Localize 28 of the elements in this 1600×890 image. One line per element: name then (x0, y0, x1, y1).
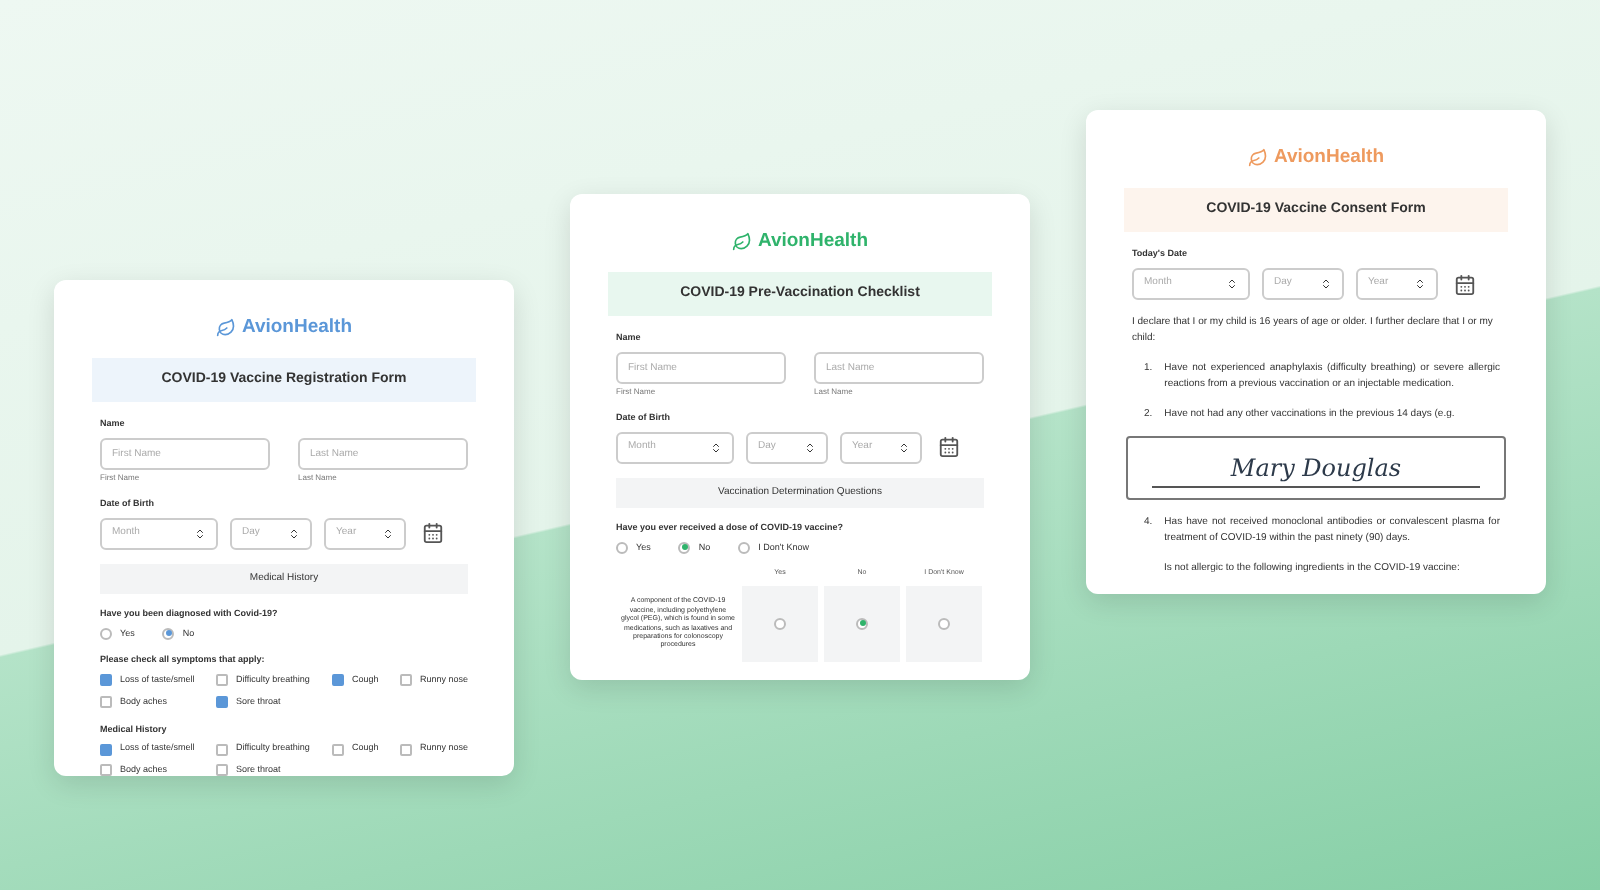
radio-button[interactable] (100, 627, 112, 640)
brand-logo-text: AvionHealth (757, 228, 869, 256)
radio-button[interactable] (616, 541, 628, 554)
brand-logo-text: AvionHealth (241, 314, 353, 342)
radio-button[interactable] (738, 541, 751, 554)
calendar-icon[interactable] (422, 522, 444, 545)
radio-button[interactable] (678, 541, 691, 554)
checkbox[interactable] (216, 743, 228, 756)
radio-button[interactable] (162, 627, 175, 640)
checkbox[interactable] (100, 696, 112, 709)
calendar-icon[interactable] (938, 436, 960, 459)
radio-button[interactable] (856, 617, 868, 629)
checkbox[interactable] (332, 674, 344, 687)
checkbox[interactable] (400, 743, 412, 756)
calendar-icon[interactable] (1454, 273, 1476, 295)
checkbox[interactable] (216, 696, 228, 709)
checkbox[interactable] (100, 764, 112, 776)
checkbox[interactable] (332, 743, 344, 756)
checkbox[interactable] (100, 674, 112, 687)
signature-text: Mary Douglas (1230, 451, 1402, 485)
checkbox[interactable] (216, 674, 228, 687)
checkbox[interactable] (100, 743, 112, 756)
checkbox[interactable] (216, 764, 228, 776)
radio-button[interactable] (938, 617, 950, 629)
checkbox[interactable] (400, 674, 412, 687)
radio-button[interactable] (774, 617, 786, 629)
brand-logo-text: AvionHealth (1273, 144, 1385, 172)
signature-box[interactable]: Mary Douglas (1126, 436, 1506, 500)
